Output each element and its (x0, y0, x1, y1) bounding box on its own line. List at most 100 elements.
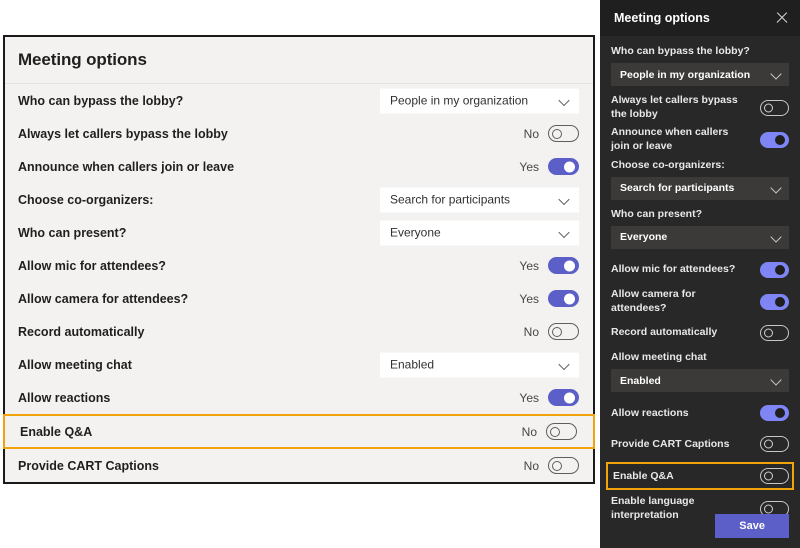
settings-row-label: Allow camera for attendees? (611, 287, 696, 314)
settings-row: Enable Q&A No (3, 414, 595, 449)
chevron-down-icon (559, 359, 570, 370)
toggle-switch[interactable] (546, 423, 577, 440)
settings-row: Allow mic for attendees? (611, 257, 789, 283)
close-icon[interactable] (774, 10, 790, 26)
settings-row-control (754, 293, 789, 310)
settings-group: Who can present? Everyone (611, 208, 789, 249)
settings-row: Choose co-organizers: Search for particip… (5, 183, 593, 216)
light-panel-rows: Who can bypass the lobby? People in my or… (3, 84, 595, 482)
settings-dropdown[interactable]: Everyone (380, 220, 579, 245)
settings-row: Record automatically No (5, 315, 593, 348)
settings-dropdown[interactable]: Enabled (611, 369, 789, 393)
settings-row-label: Provide CART Captions (611, 437, 730, 450)
toggle-switch[interactable] (548, 125, 579, 142)
settings-row-label: Record automatically (18, 324, 145, 339)
settings-dropdown-value: People in my organization (620, 68, 751, 81)
meeting-options-light-panel: Meeting options Who can bypass the lobby… (3, 35, 595, 484)
settings-row-control: Yes (519, 290, 579, 307)
dark-panel-footer: Save (715, 514, 789, 538)
settings-row-control: No (524, 323, 579, 340)
toggle-switch[interactable] (760, 99, 789, 116)
settings-row-control (754, 99, 789, 116)
toggle-switch[interactable] (760, 293, 789, 310)
settings-row: Allow reactions (611, 400, 789, 426)
settings-dropdown[interactable]: Enabled (380, 352, 579, 377)
toggle-switch[interactable] (760, 468, 789, 485)
toggle-switch[interactable] (760, 436, 789, 453)
settings-caption: Choose co-organizers: (611, 158, 725, 171)
toggle-knob (552, 326, 562, 337)
toggle-switch[interactable] (548, 158, 579, 175)
toggle-state-label: No (521, 424, 537, 439)
settings-row-label: Enable Q&A (20, 424, 93, 439)
settings-row-control (754, 468, 789, 485)
toggle-knob (552, 128, 562, 139)
toggle-switch[interactable] (548, 257, 579, 274)
settings-row-control: Yes (519, 257, 579, 274)
settings-row-control: Yes (519, 389, 579, 406)
toggle-knob (775, 264, 785, 275)
dark-panel-header: Meeting options (600, 0, 800, 36)
toggle-switch[interactable] (760, 132, 789, 149)
dark-panel-title: Meeting options (614, 11, 710, 25)
settings-dropdown-value: Everyone (390, 225, 441, 240)
settings-row-label: Who can present? (18, 225, 127, 240)
toggle-knob (775, 135, 785, 146)
settings-dropdown[interactable]: People in my organization (611, 63, 789, 87)
toggle-switch[interactable] (548, 290, 579, 307)
toggle-switch[interactable] (760, 261, 789, 278)
settings-row: Announce when callers join or leave (611, 126, 789, 153)
settings-row-control (754, 132, 789, 149)
settings-row-control (754, 325, 789, 342)
settings-row-label: Announce when callers join or leave (611, 126, 729, 153)
settings-dropdown[interactable]: Search for participants (611, 176, 789, 200)
settings-dropdown-value: Everyone (620, 231, 668, 244)
settings-row: Record automatically (611, 320, 789, 346)
settings-group: Allow meeting chat Enabled (611, 351, 789, 393)
settings-group: Choose co-organizers: Search for particip… (611, 159, 789, 200)
settings-row: Who can bypass the lobby? People in my or… (5, 84, 593, 117)
page-title: Meeting options (18, 50, 147, 69)
settings-row-label: Record automatically (611, 326, 718, 339)
toggle-switch[interactable] (548, 323, 579, 340)
settings-row-control: Yes (519, 158, 579, 175)
chevron-down-icon (559, 95, 570, 106)
settings-row-control (754, 405, 789, 422)
settings-row-label: Provide CART Captions (18, 458, 159, 473)
chevron-down-icon (771, 375, 782, 386)
toggle-state-label: Yes (519, 258, 539, 273)
settings-row: Allow reactions Yes (5, 381, 593, 414)
settings-row-control (754, 436, 789, 453)
toggle-knob (764, 328, 773, 338)
chevron-down-icon (559, 227, 570, 238)
settings-dropdown[interactable]: Search for participants (380, 187, 579, 212)
toggle-switch[interactable] (548, 389, 579, 406)
toggle-state-label: No (523, 324, 539, 339)
settings-row-label: Allow meeting chat (18, 357, 132, 372)
settings-dropdown-value: Search for participants (620, 182, 735, 195)
settings-row-control: No (524, 125, 579, 142)
toggle-knob (564, 293, 575, 304)
settings-dropdown-value: Enabled (620, 374, 661, 387)
settings-dropdown[interactable]: Everyone (611, 225, 789, 249)
dark-panel-body: Who can bypass the lobby? People in my or… (600, 36, 800, 523)
settings-row-control: No (524, 457, 579, 474)
settings-row-label: Choose co-organizers: (18, 192, 154, 207)
toggle-state-label: Yes (519, 291, 539, 306)
toggle-switch[interactable] (760, 405, 789, 422)
toggle-state-label: Yes (519, 390, 539, 405)
settings-row-label: Allow mic for attendees? (611, 263, 736, 276)
chevron-down-icon (771, 183, 782, 194)
settings-row-control (754, 261, 789, 278)
settings-row-label: Announce when callers join or leave (18, 159, 235, 174)
settings-dropdown[interactable]: People in my organization (380, 88, 579, 113)
settings-row: Enable Q&A (606, 462, 794, 491)
toggle-switch[interactable] (760, 325, 789, 342)
settings-caption: Who can bypass the lobby? (611, 45, 750, 57)
settings-row: Always let callers bypass the lobby (611, 94, 789, 121)
save-button[interactable]: Save (715, 514, 789, 538)
settings-row-label: Allow mic for attendees? (18, 258, 166, 273)
settings-row-label: Who can bypass the lobby? (18, 93, 184, 108)
chevron-down-icon (771, 69, 782, 80)
toggle-switch[interactable] (548, 457, 579, 474)
